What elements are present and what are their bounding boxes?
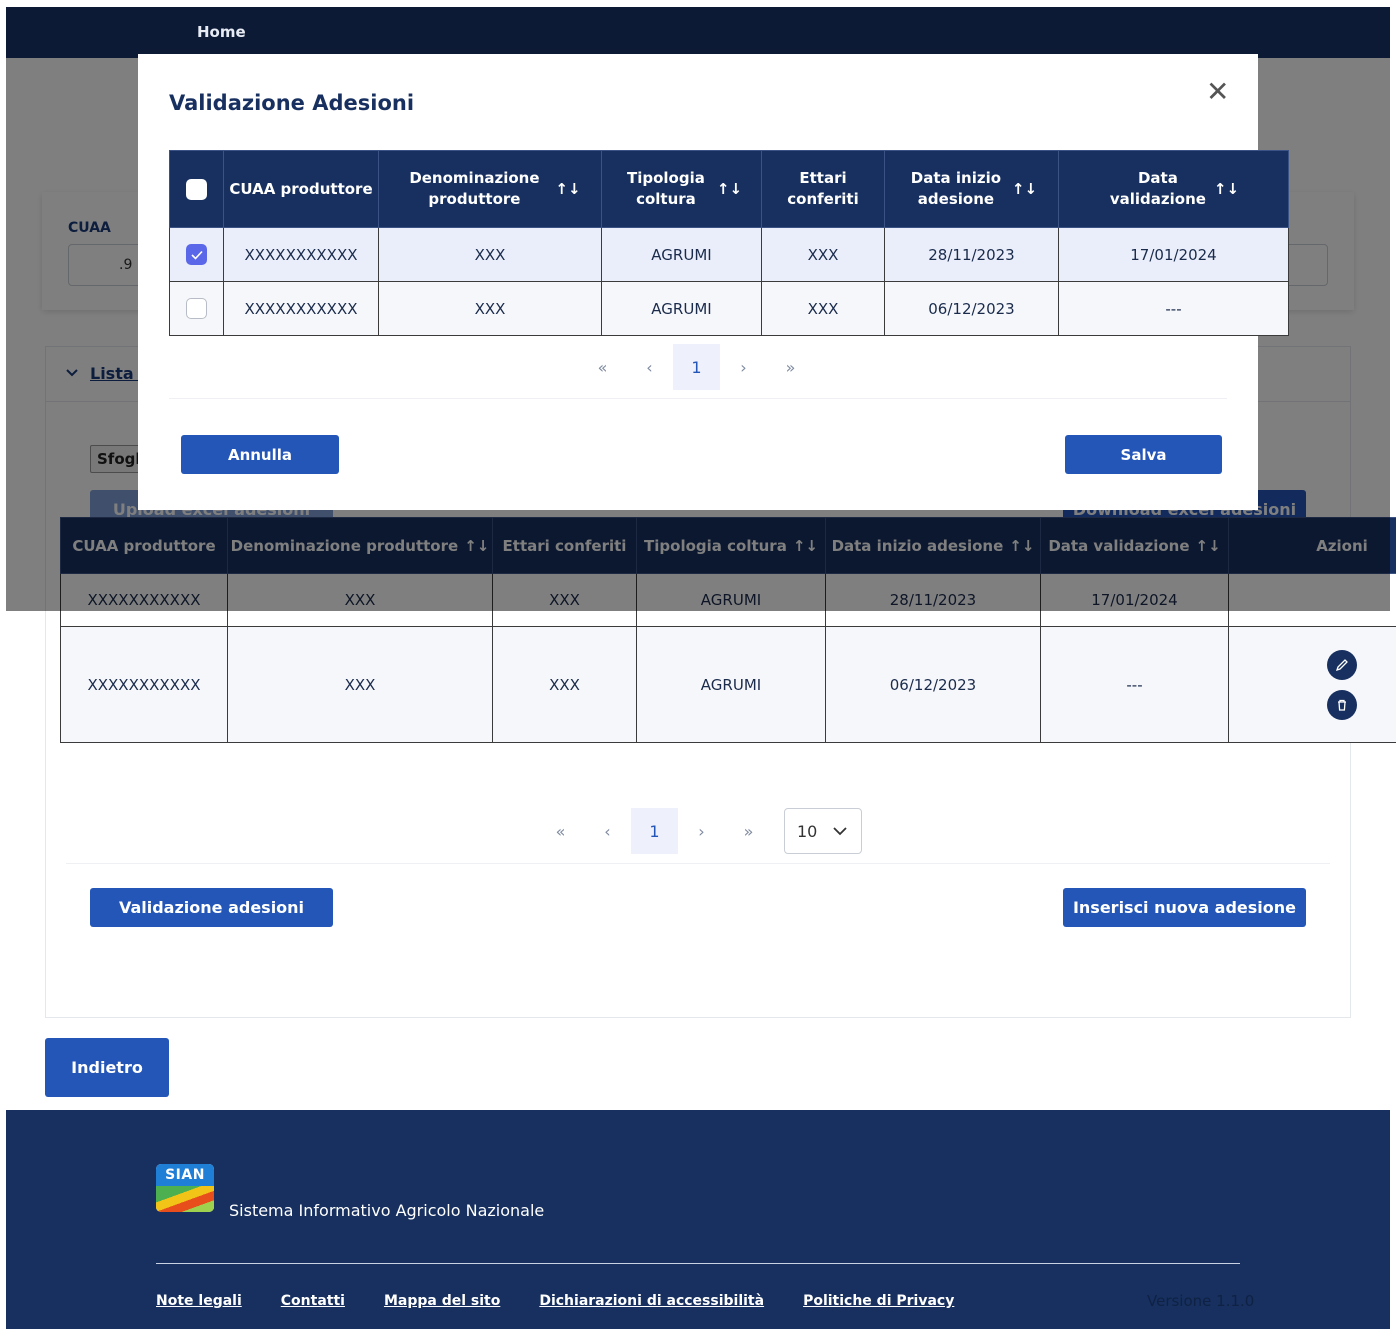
version-label: Versione 1.1.0 [1147, 1292, 1255, 1310]
pagination-first[interactable]: « [537, 808, 584, 854]
modal-table-row: XXXXXXXXXXX XXX AGRUMI XXX 28/11/2023 17… [169, 227, 1289, 282]
pagination-next[interactable]: › [720, 344, 767, 390]
pagination-last[interactable]: » [725, 808, 772, 854]
modal-adesioni-table: CUAA produttore Denominazione produttore… [169, 150, 1289, 336]
col-tipologia[interactable]: Tipologia coltura↑↓ [601, 150, 762, 228]
page-size-select[interactable]: 10 [784, 808, 862, 854]
pagination-first[interactable]: « [579, 344, 626, 390]
check-icon [190, 250, 203, 260]
col-data-validazione[interactable]: Data validazione↑↓ [1058, 150, 1289, 228]
cell-data-inizio: 06/12/2023 [884, 281, 1059, 336]
cell-ettari: XXX [761, 227, 885, 282]
cell-cuaa: XXXXXXXXXXX [223, 281, 379, 336]
list-divider [66, 863, 1330, 864]
modal-title: Validazione Adesioni [169, 91, 415, 115]
top-navbar: Home [6, 7, 1390, 58]
cell-tipologia: AGRUMI [601, 227, 762, 282]
cell-ettari: XXX [492, 626, 637, 743]
table-row: XXXXXXXXXXX XXX XXX AGRUMI 06/12/2023 --… [60, 626, 1396, 743]
col-ettari: Ettari conferiti [761, 150, 885, 228]
sort-arrows-icon[interactable]: ↑↓ [555, 179, 580, 200]
pagination-prev[interactable]: ‹ [626, 344, 673, 390]
row-checkbox-unchecked[interactable] [186, 298, 207, 319]
validazione-adesioni-button[interactable]: Validazione adesioni [90, 888, 333, 927]
cell-data-validazione: --- [1040, 626, 1229, 743]
footer-divider [156, 1263, 1240, 1264]
close-icon[interactable]: ✕ [1206, 78, 1229, 106]
pagination-prev[interactable]: ‹ [584, 808, 631, 854]
nav-home-link[interactable]: Home [197, 23, 246, 41]
annulla-button[interactable]: Annulla [181, 435, 339, 474]
select-all-checkbox[interactable] [186, 178, 207, 200]
salva-button[interactable]: Salva [1065, 435, 1222, 474]
footer-link-contatti[interactable]: Contatti [281, 1293, 345, 1309]
cell-denominazione: XXX [227, 626, 493, 743]
chevron-down-icon [833, 826, 847, 835]
org-name: Sistema Informativo Agricolo Nazionale [229, 1201, 545, 1220]
footer-link-mappa[interactable]: Mappa del sito [384, 1293, 500, 1309]
footer-link-accessibilita[interactable]: Dichiarazioni di accessibilità [539, 1293, 764, 1309]
trash-icon[interactable] [1327, 689, 1357, 720]
cell-cuaa: XXXXXXXXXXX [60, 626, 228, 743]
validazione-modal: Validazione Adesioni ✕ CUAA produttore D… [138, 54, 1289, 510]
cell-data-validazione: 17/01/2024 [1058, 227, 1289, 282]
footer-link-privacy[interactable]: Politiche di Privacy [803, 1293, 954, 1309]
sort-arrows-icon[interactable]: ↑↓ [1012, 179, 1037, 200]
cell-tipologia: AGRUMI [636, 626, 826, 743]
cell-select[interactable] [169, 227, 224, 282]
pagination-last[interactable]: » [767, 344, 814, 390]
cell-azioni [1228, 626, 1396, 743]
cell-denominazione: XXX [378, 281, 602, 336]
site-footer: SIAN Sistema Informativo Agricolo Nazion… [6, 1110, 1390, 1329]
inserisci-adesione-button[interactable]: Inserisci nuova adesione [1063, 888, 1306, 927]
cell-data-inizio: 06/12/2023 [825, 626, 1041, 743]
col-data-inizio[interactable]: Data inizio adesione↑↓ [884, 150, 1059, 228]
modal-pagination: « ‹ 1 › » [579, 344, 814, 390]
page-size-value: 10 [797, 821, 818, 841]
sort-arrows-icon[interactable]: ↑↓ [1214, 179, 1239, 200]
col-select-all[interactable] [169, 150, 224, 228]
indietro-button[interactable]: Indietro [45, 1038, 169, 1097]
footer-link-note-legali[interactable]: Note legali [156, 1293, 242, 1309]
pencil-icon[interactable] [1327, 649, 1357, 680]
pagination-page-1[interactable]: 1 [631, 808, 678, 854]
modal-table-header-row: CUAA produttore Denominazione produttore… [169, 150, 1289, 228]
cell-data-validazione: --- [1058, 281, 1289, 336]
modal-divider [169, 398, 1227, 399]
col-denominazione[interactable]: Denominazione produttore↑↓ [378, 150, 602, 228]
list-pagination: « ‹ 1 › » 10 [537, 808, 862, 854]
pagination-next[interactable]: › [678, 808, 725, 854]
sort-arrows-icon[interactable]: ↑↓ [717, 179, 742, 200]
cell-denominazione: XXX [378, 227, 602, 282]
pagination-page-1[interactable]: 1 [673, 344, 720, 390]
cell-data-inizio: 28/11/2023 [884, 227, 1059, 282]
cell-cuaa: XXXXXXXXXXX [223, 227, 379, 282]
cell-ettari: XXX [761, 281, 885, 336]
footer-links: Note legali Contatti Mappa del sito Dich… [156, 1293, 954, 1309]
cell-select[interactable] [169, 281, 224, 336]
cell-tipologia: AGRUMI [601, 281, 762, 336]
col-cuaa: CUAA produttore [223, 150, 379, 228]
sian-logo: SIAN [156, 1164, 214, 1212]
row-checkbox-checked[interactable] [186, 244, 207, 265]
modal-table-row: XXXXXXXXXXX XXX AGRUMI XXX 06/12/2023 --… [169, 281, 1289, 336]
